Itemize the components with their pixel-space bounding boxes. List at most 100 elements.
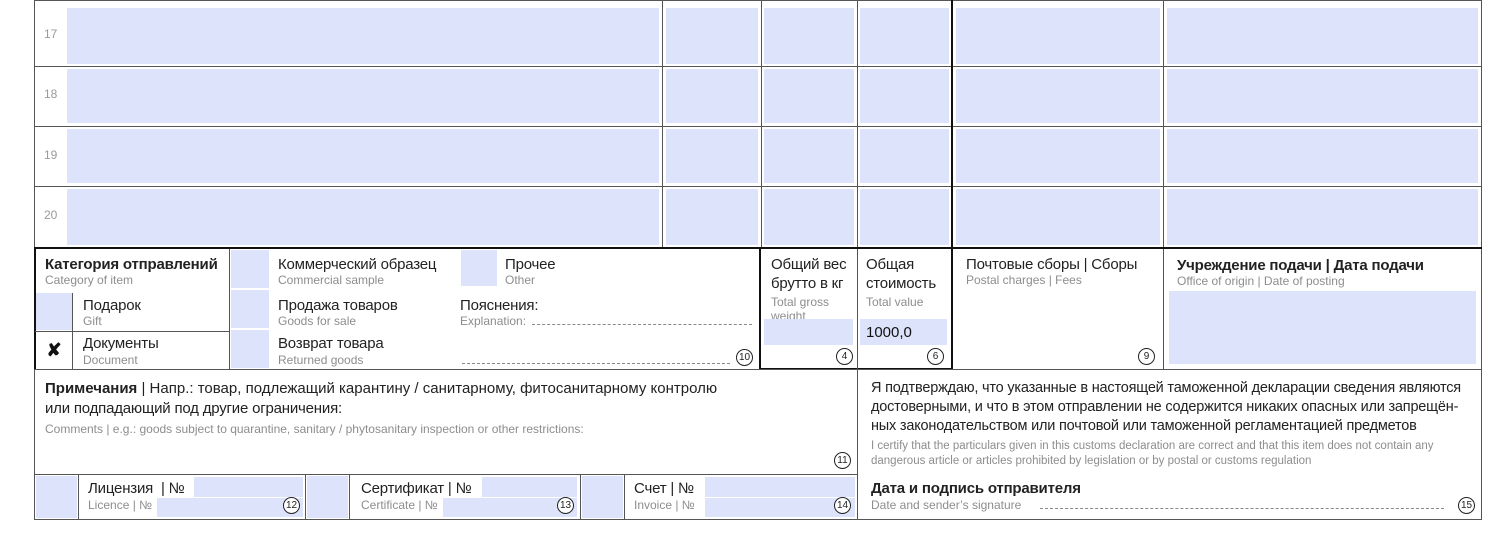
row-number: 17 — [44, 27, 58, 41]
gift-label: Подарок — [83, 297, 141, 314]
certify-text-line2: достоверными, и что в этом отправлении н… — [871, 399, 1459, 415]
value-title-2: стоимость — [866, 275, 936, 292]
returned-goods-label-en: Returned goods — [278, 353, 364, 367]
explanation-line[interactable] — [532, 324, 752, 325]
returned-goods-label: Возврат товара — [278, 335, 384, 352]
explanation-label-en: Explanation: — [460, 314, 527, 328]
description-field-17[interactable] — [67, 8, 659, 64]
document-label: Документы — [83, 335, 159, 352]
quantity-field-17[interactable] — [666, 8, 758, 64]
comments-title-text: | Напр.: товар, подлежащий карантину / с… — [137, 380, 718, 397]
postal-charges-subtitle: Postal charges | Fees — [966, 273, 1082, 287]
explanation-label: Пояснения: — [460, 297, 539, 314]
goods-for-sale-label: Продажа товаров — [278, 297, 398, 314]
origin-field-20[interactable] — [1167, 189, 1478, 245]
other-checkbox[interactable] — [461, 250, 497, 286]
certify-text-en-line1: I certify that the particulars given in … — [871, 440, 1434, 452]
certificate-label-en: Certificate | № — [361, 498, 438, 512]
office-of-origin-field[interactable] — [1169, 291, 1476, 364]
hs-code-field-17[interactable] — [956, 8, 1160, 64]
goods-for-sale-label-en: Goods for sale — [278, 314, 357, 328]
other-label-en: Other — [505, 273, 536, 287]
invoice-label: Счет | № — [634, 480, 694, 497]
field-number-badge: 11 — [834, 452, 851, 469]
total-weight-field[interactable] — [764, 319, 853, 345]
comments-title: Примечания | Напр.: товар, подлежащий ка… — [45, 380, 717, 397]
weight-field-19[interactable] — [764, 129, 854, 183]
value-subtitle: Total value — [866, 295, 924, 309]
invoice-checkbox[interactable] — [582, 476, 623, 518]
weight-field-17[interactable] — [764, 8, 854, 64]
certify-text-en-line2: dangerous article or articles prohibited… — [871, 455, 1312, 467]
field-number-badge: 10 — [736, 349, 753, 366]
value-field-18[interactable] — [860, 69, 949, 123]
office-of-origin-title: Учреждение подачи | Дата подачи — [1177, 257, 1424, 274]
goods-for-sale-checkbox[interactable] — [231, 290, 269, 328]
category-subtitle: Category of item — [45, 273, 134, 287]
comments-title-line2: или подпадающий под другие ограничения: — [45, 400, 342, 417]
commercial-sample-label-en: Commercial sample — [278, 273, 385, 287]
other-label: Прочее — [505, 256, 556, 273]
row-number: 20 — [44, 208, 58, 222]
invoice-label-en: Invoice | № — [634, 498, 695, 512]
weight-title-1: Общий вес — [771, 256, 847, 273]
field-number-badge: 4 — [836, 348, 853, 365]
field-number-badge: 9 — [1138, 348, 1155, 365]
quantity-field-20[interactable] — [666, 189, 758, 245]
quantity-field-18[interactable] — [666, 69, 758, 123]
quantity-field-19[interactable] — [666, 129, 758, 183]
field-number-badge: 13 — [557, 497, 574, 514]
gift-label-en: Gift — [83, 314, 102, 328]
field-number-badge: 12 — [283, 497, 300, 514]
description-field-19[interactable] — [67, 129, 659, 183]
licence-label: Лицензия | № — [88, 480, 185, 497]
licence-number-field-2[interactable] — [157, 498, 303, 517]
invoice-number-field-2[interactable] — [705, 498, 855, 517]
value-title-1: Общая — [866, 256, 915, 273]
licence-checkbox[interactable] — [36, 476, 77, 518]
value-field-17[interactable] — [860, 8, 949, 64]
origin-field-17[interactable] — [1167, 8, 1478, 64]
invoice-number-field[interactable] — [705, 477, 855, 497]
signature-line[interactable] — [1040, 508, 1444, 509]
certificate-label: Сертификат | № — [361, 480, 472, 497]
certificate-number-field[interactable] — [482, 477, 577, 497]
weight-title-2: брутто в кг — [771, 275, 844, 292]
office-of-origin-subtitle: Office of origin | Date of posting — [1177, 274, 1345, 288]
row-number: 19 — [44, 148, 58, 162]
postal-charges-title: Почтовые сборы | Сборы — [966, 256, 1138, 273]
signature-title: Дата и подпись отправителя — [871, 480, 1081, 497]
weight-field-20[interactable] — [764, 189, 854, 245]
commercial-sample-label: Коммерческий образец — [278, 256, 437, 273]
comments-subtitle: Comments | e.g.: goods subject to quaran… — [45, 422, 584, 436]
description-field-18[interactable] — [67, 69, 659, 123]
certify-text-line3: ных законодательством или почтовой или т… — [871, 418, 1417, 434]
total-value-amount: 1000,0 — [866, 324, 912, 341]
field-number-badge: 6 — [927, 348, 944, 365]
value-field-19[interactable] — [860, 129, 949, 183]
licence-label-en: Licence | № — [88, 498, 153, 512]
row-number: 18 — [44, 87, 58, 101]
certificate-checkbox[interactable] — [307, 476, 348, 518]
value-field-20[interactable] — [860, 189, 949, 245]
origin-field-18[interactable] — [1167, 69, 1478, 123]
field-number-badge: 15 — [1458, 497, 1475, 514]
hs-code-field-20[interactable] — [956, 189, 1160, 245]
commercial-sample-checkbox[interactable] — [231, 250, 269, 288]
field-number-badge: 14 — [834, 497, 851, 514]
origin-field-19[interactable] — [1167, 129, 1478, 183]
document-label-en: Document — [83, 353, 138, 367]
explanation-line-2[interactable] — [462, 363, 730, 364]
returned-goods-checkbox[interactable] — [231, 330, 269, 368]
signature-subtitle: Date and sender’s signature — [871, 498, 1022, 512]
category-title: Категория отправлений — [45, 256, 218, 273]
comments-title-bold: Примечания — [45, 380, 138, 397]
hs-code-field-19[interactable] — [956, 129, 1160, 183]
certify-text-line1: Я подтверждаю, что указанные в настоящей… — [871, 380, 1461, 396]
hs-code-field-18[interactable] — [956, 69, 1160, 123]
weight-subtitle-1: Total gross — [771, 295, 830, 309]
gift-checkbox[interactable] — [36, 293, 72, 330]
licence-number-field[interactable] — [194, 477, 303, 497]
description-field-20[interactable] — [67, 189, 659, 245]
weight-field-18[interactable] — [764, 69, 854, 123]
